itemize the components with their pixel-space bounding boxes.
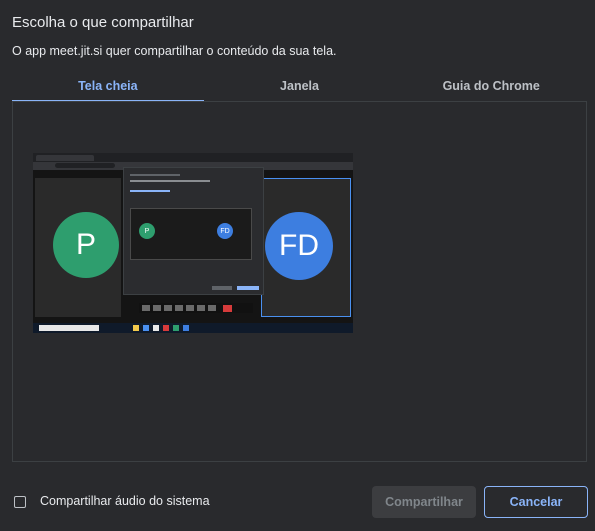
taskbar-search-box <box>39 325 99 331</box>
chrome-icon <box>163 325 169 331</box>
hangup-icon <box>223 304 232 312</box>
chat-icon <box>175 305 183 311</box>
nested-cancel-button <box>237 286 259 290</box>
vscode-icon <box>183 325 189 331</box>
cancel-button[interactable]: Cancelar <box>484 486 588 518</box>
thumbnail-browser-tab <box>36 155 94 161</box>
share-button[interactable]: Compartilhar <box>372 486 476 518</box>
tab-chrome-tab[interactable]: Guia do Chrome <box>395 70 587 102</box>
share-system-audio-label: Compartilhar áudio do sistema <box>40 494 210 508</box>
mini-avatar-fd: FD <box>217 223 233 239</box>
tile-view-icon <box>197 305 205 311</box>
tab-full-screen[interactable]: Tela cheia <box>12 70 204 102</box>
nested-dialog-subtitle-line <box>130 180 210 182</box>
share-source-tabs: Tela cheia Janela Guia do Chrome <box>12 70 587 102</box>
thumbnail-url-field <box>55 163 115 168</box>
edge-icon <box>143 325 149 331</box>
dialog-title: Escolha o que compartilhar <box>12 14 194 31</box>
nested-share-dialog: P FD <box>123 167 264 295</box>
store-icon <box>153 325 159 331</box>
thumbnail-taskbar <box>33 323 353 333</box>
mini-avatar-p: P <box>139 223 155 239</box>
nested-dialog-tab-indicator <box>130 190 170 192</box>
meeting-toolbar <box>139 303 253 313</box>
screen-thumbnail[interactable]: P FD P FD <box>33 153 353 333</box>
more-icon <box>208 305 216 311</box>
screen-share-icon <box>164 305 172 311</box>
folder-icon <box>133 325 139 331</box>
dialog-subtitle: O app meet.jit.si quer compartilhar o co… <box>12 44 337 58</box>
nested-dialog-title-line <box>130 174 180 176</box>
app-icon <box>173 325 179 331</box>
participant-avatar-p: P <box>53 212 119 278</box>
thumbnail-browser-titlebar <box>33 153 353 162</box>
camera-icon <box>153 305 161 311</box>
share-system-audio-checkbox[interactable] <box>14 496 26 508</box>
participant-avatar-fd: FD <box>265 212 333 280</box>
nested-dialog-preview: P FD <box>130 208 252 260</box>
mic-icon <box>142 305 150 311</box>
tab-window[interactable]: Janela <box>204 70 396 102</box>
nested-share-button <box>212 286 232 290</box>
raise-hand-icon <box>186 305 194 311</box>
